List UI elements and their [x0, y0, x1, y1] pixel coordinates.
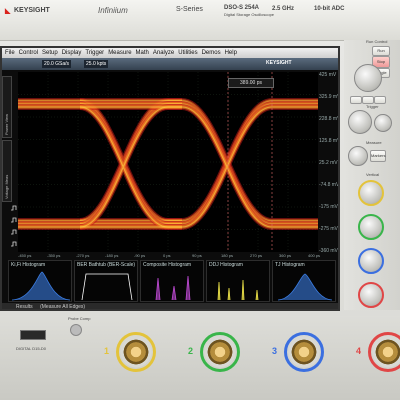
keysight-logo-icon: ◣ [5, 8, 11, 15]
eye-diagram-display[interactable]: 389.00 ps [18, 72, 318, 252]
menu-item-measure[interactable]: Measure [108, 50, 131, 56]
x-tick-label: 400 ps [308, 253, 321, 258]
eye-diagram-svg [18, 72, 318, 252]
panel-plot [277, 273, 333, 301]
model-sub-label: Digital Storage Oscilloscope [224, 12, 275, 17]
y-tick-label: 125.8 mV [319, 138, 340, 144]
trigger-level-knob[interactable] [348, 110, 372, 134]
side-label-power-view[interactable]: Power View [2, 76, 12, 138]
channel-4-label: 4 [356, 346, 362, 356]
series-label: S-Series [176, 6, 203, 13]
y-tick-label: 425 mV [319, 72, 337, 78]
y-tick-label: -175 mV [319, 204, 338, 210]
channel-4-scale-knob[interactable] [358, 282, 384, 308]
channel-3-scale-knob[interactable] [358, 248, 384, 274]
channel-4-bnc-connector[interactable] [370, 334, 400, 370]
usb-port[interactable] [20, 330, 46, 340]
trigger-knob-small[interactable] [374, 114, 392, 132]
screen-logo: KEYSIGHT [266, 60, 292, 66]
y-tick-label: -74.8 mV [319, 182, 340, 188]
marker-readout: 389.00 ps [228, 78, 274, 88]
menu-item-trigger[interactable]: Trigger [85, 50, 104, 56]
top-brand-strip: ◣ KEYSIGHT Infiniium S-Series DSO-S 254A… [0, 0, 400, 41]
y-tick-label: 325.9 mV [319, 94, 340, 100]
digital-label: DIGITAL D15-D0 [16, 346, 47, 351]
x-tick-label: -270 ps [76, 253, 90, 258]
channel-1-label: 1 [104, 346, 110, 356]
x-tick-label: 360 ps [279, 253, 292, 258]
channel-3-bnc-connector[interactable] [286, 334, 322, 370]
results-bar[interactable]: Results (Measure All Edges) [2, 303, 338, 310]
y-axis-labels: 425 mV 325.9 mV 228.8 mV 125.8 mV 25.2 mV -74… [318, 72, 340, 254]
vertical-title: Vertical [366, 172, 380, 177]
measure-knob[interactable] [348, 146, 368, 166]
y-tick-label: 25.2 mV [319, 160, 338, 166]
probe-comp-terminal[interactable] [70, 324, 82, 336]
menu-item-control[interactable]: Control [19, 50, 38, 56]
channel-2-bnc-connector[interactable] [202, 334, 238, 370]
model-label: DSO-S 254A [224, 5, 260, 11]
menu-item-analyze[interactable]: Analyze [153, 50, 174, 56]
x-tick-label: 270 ps [250, 253, 263, 258]
display-screen: File Control Setup Display Trigger Measure Mat… [0, 46, 340, 311]
adc-label: 10-bit ADC [314, 6, 345, 12]
x-tick-label: 90 ps [192, 253, 202, 258]
y-tick-label: -275 mV [319, 226, 338, 232]
channel-1-bnc-connector[interactable] [118, 334, 154, 370]
run-button[interactable]: Run [372, 46, 390, 56]
x-tick-label: -350 ps [47, 253, 61, 258]
channel-2-label: 2 [188, 346, 194, 356]
toolbar: 20.0 GSa/s 25.0 kpts KEYSIGHT [2, 58, 338, 70]
bandwidth-label: 2.5 GHz [272, 6, 295, 12]
panel-button-b[interactable] [362, 96, 374, 104]
x-axis-labels: -450 ps -350 ps -270 ps -180 ps -90 ps 0 ps 90… [18, 253, 321, 260]
panel-plot [155, 275, 191, 301]
panel-plot [81, 273, 133, 301]
front-panel-bottom: DIGITAL D15-D0 Probe Comp 1 2 3 4 [0, 316, 400, 400]
sample-rate-readout[interactable]: 20.0 GSa/s [42, 60, 72, 68]
memory-depth-readout[interactable]: 25.0 kpts [84, 60, 109, 68]
brand-logo: KEYSIGHT [14, 7, 50, 14]
x-tick-label: -450 ps [18, 253, 32, 258]
analysis-panel-4[interactable]: DDJ Histogram [206, 260, 270, 302]
markers-button[interactable]: Markers [370, 150, 386, 162]
product-line: Infiniium [98, 6, 128, 15]
x-tick-label: 0 ps [163, 253, 171, 258]
panel-plot [217, 279, 259, 301]
analysis-panel-3[interactable]: Composite Histogram [140, 260, 204, 302]
analysis-panel-1[interactable]: Ki,Fi Histogram [8, 260, 72, 302]
side-label-voltage-meas[interactable]: Voltage Meas [2, 140, 12, 202]
analysis-panel-5[interactable]: TJ Histogram [272, 260, 336, 302]
menu-item-file[interactable]: File [5, 50, 15, 56]
y-tick-label: 228.8 mV [319, 116, 340, 122]
menu-item-math[interactable]: Math [136, 50, 149, 56]
measure-title: Measure [366, 140, 382, 145]
trigger-title: Trigger [366, 104, 379, 109]
run-control-title: Run Control [366, 39, 388, 44]
y-tick-label: -360 mV [319, 248, 338, 254]
menu-item-display[interactable]: Display [62, 50, 82, 56]
menu-bar: File Control Setup Display Trigger Measure Mat… [2, 48, 338, 58]
panel-plot [11, 271, 71, 301]
menu-item-setup[interactable]: Setup [42, 50, 58, 56]
analysis-panel-2[interactable]: BER Bathtub (BER-Scale) [74, 260, 138, 302]
panel-button-c[interactable] [374, 96, 386, 104]
menu-item-demos[interactable]: Demos [202, 50, 221, 56]
right-control-panel: Run Control Run Stop Single Trigger Meas… [344, 39, 400, 310]
channel-3-label: 3 [272, 346, 278, 356]
x-tick-label: -180 ps [105, 253, 119, 258]
results-label: Results [16, 304, 33, 310]
horizontal-scale-knob[interactable] [354, 64, 382, 92]
menu-item-utilities[interactable]: Utilities [178, 50, 197, 56]
x-tick-label: 180 ps [221, 253, 234, 258]
menu-item-help[interactable]: Help [225, 50, 237, 56]
probe-comp-label: Probe Comp [68, 316, 91, 321]
panel-button-a[interactable] [350, 96, 362, 104]
measure-label: (Measure All Edges) [40, 304, 86, 310]
side-thumbnail-strip [11, 205, 17, 247]
x-tick-label: -90 ps [134, 253, 146, 258]
channel-2-scale-knob[interactable] [358, 214, 384, 240]
channel-1-scale-knob[interactable] [358, 180, 384, 206]
